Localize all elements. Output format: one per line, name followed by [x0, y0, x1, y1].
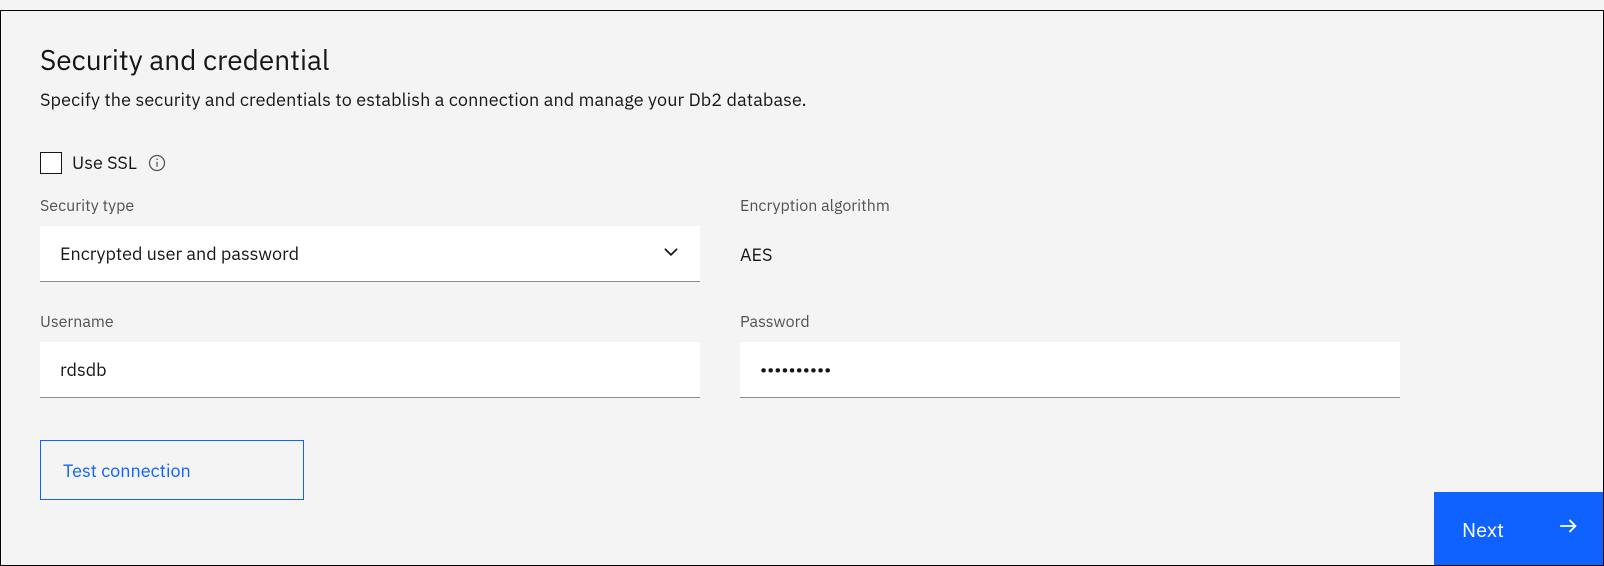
next-button[interactable]: Next	[1434, 492, 1604, 566]
security-type-label: Security type	[40, 196, 700, 216]
use-ssl-row: Use SSL	[40, 151, 1564, 174]
password-field: Password	[740, 312, 1400, 398]
test-connection-button[interactable]: Test connection	[40, 440, 304, 500]
username-field: Username	[40, 312, 700, 398]
encryption-algorithm-field: Encryption algorithm AES	[740, 196, 1400, 282]
security-type-value: Encrypted user and password	[60, 242, 299, 265]
security-type-select[interactable]: Encrypted user and password	[40, 226, 700, 282]
password-input[interactable]	[740, 342, 1400, 398]
password-label: Password	[740, 312, 1400, 332]
next-button-label: Next	[1462, 516, 1504, 543]
use-ssl-label: Use SSL	[72, 151, 137, 174]
encryption-algorithm-value: AES	[740, 226, 1400, 282]
security-type-field: Security type Encrypted user and passwor…	[40, 196, 700, 282]
info-icon[interactable]	[147, 153, 167, 173]
chevron-down-icon	[662, 242, 680, 265]
use-ssl-checkbox[interactable]	[40, 152, 62, 174]
encryption-algorithm-label: Encryption algorithm	[740, 196, 1400, 216]
arrow-right-icon	[1558, 515, 1580, 543]
section-description: Specify the security and credentials to …	[40, 88, 1564, 111]
section-title: Security and credential	[40, 41, 1564, 78]
username-input[interactable]	[40, 342, 700, 398]
username-label: Username	[40, 312, 700, 332]
